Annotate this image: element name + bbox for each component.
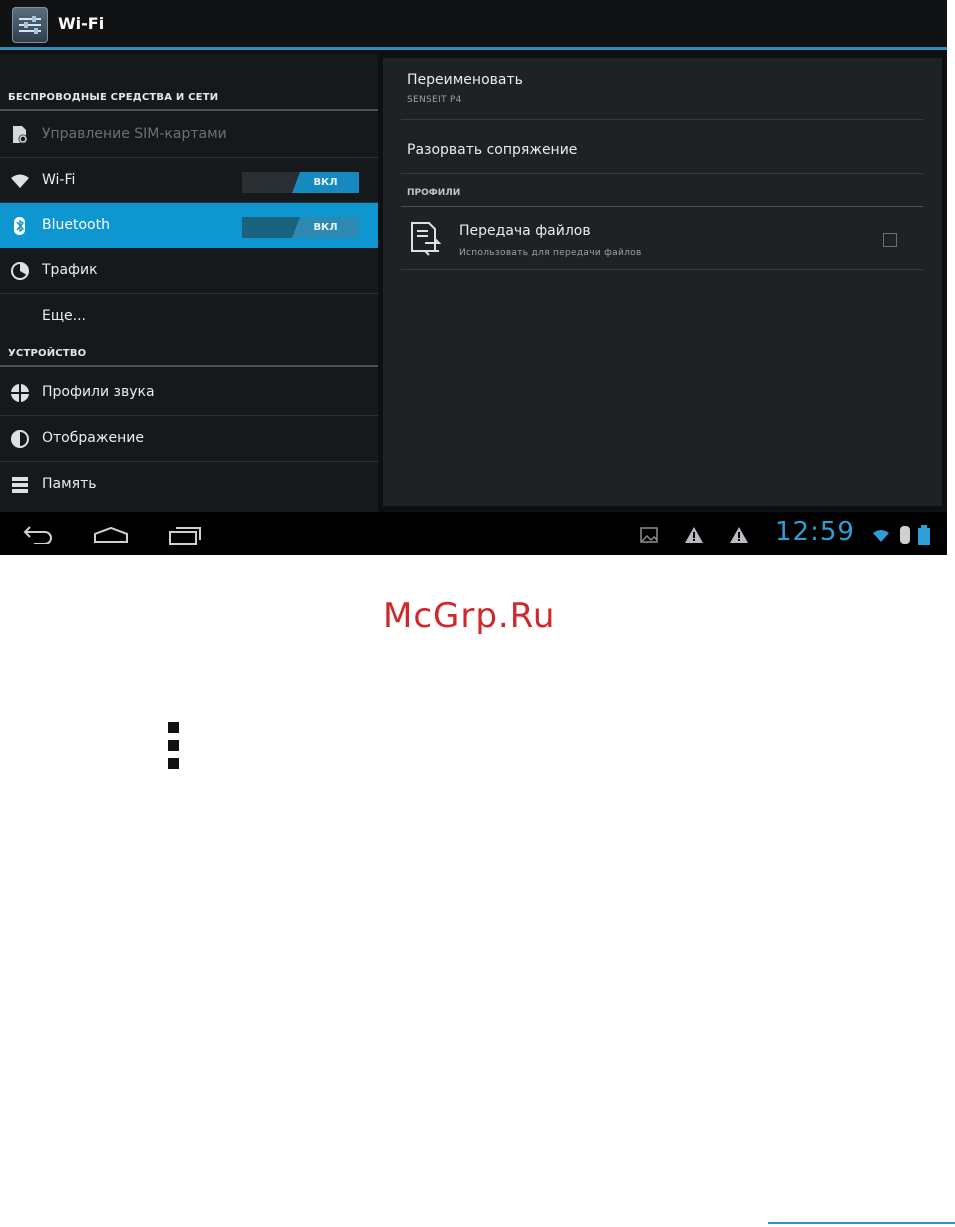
system-nav-bar: 12:59 (0, 512, 947, 555)
gallery-notification-icon[interactable] (640, 527, 658, 547)
warning-icon[interactable] (729, 526, 749, 548)
sidebar-item-more[interactable]: Еще... (0, 294, 378, 339)
display-icon (10, 429, 30, 449)
sidebar-item-sim[interactable]: Управление SIM-картами (0, 112, 378, 157)
page-title: Wi-Fi (58, 14, 105, 33)
sidebar-item-bluetooth[interactable]: Bluetooth ВКЛ (0, 203, 378, 248)
sidebar-item-label: Bluetooth (42, 217, 110, 233)
divider (401, 119, 923, 120)
section-divider (0, 109, 378, 111)
wifi-toggle[interactable]: ВКЛ (242, 172, 359, 193)
profiles-header: ПРОФИЛИ (407, 188, 461, 198)
sidebar-item-label: Отображение (42, 430, 144, 446)
sidebar-item-display[interactable]: Отображение (0, 416, 378, 461)
battery-icon (918, 525, 930, 549)
sidebar-item-label: Трафик (42, 262, 98, 278)
menu-overflow-icon (168, 758, 179, 769)
sidebar-item-label: Еще... (42, 308, 86, 324)
sidebar-item-label: Память (42, 476, 97, 492)
toggle-on-label: ВКЛ (292, 172, 359, 193)
sidebar-item-traffic[interactable]: Трафик (0, 248, 378, 293)
sidebar-item-label: Wi-Fi (42, 172, 76, 188)
home-icon[interactable] (93, 526, 129, 548)
footer-line (768, 1222, 955, 1224)
file-transfer-checkbox[interactable] (883, 233, 897, 247)
settings-sliders-icon[interactable] (12, 7, 48, 43)
sidebar-item-label: Профили звука (42, 384, 155, 400)
back-icon[interactable] (22, 524, 54, 548)
settings-list: БЕСПРОВОДНЫЕ СРЕДСТВА И СЕТИ Управление … (0, 54, 378, 512)
toggle-track (242, 172, 302, 193)
sidebar-item-sound[interactable]: Профили звука (0, 370, 378, 415)
menu-overflow-icon (168, 740, 179, 751)
watermark-brand: McGrp.Ru (383, 596, 556, 636)
file-transfer-title: Передача файлов (459, 223, 591, 239)
action-bar: Wi-Fi (0, 0, 947, 50)
bluetooth-status-icon (900, 526, 910, 548)
recent-apps-icon[interactable] (168, 524, 204, 550)
sidebar-item-label: Управление SIM-картами (42, 126, 227, 142)
bluetooth-icon (10, 216, 30, 236)
bluetooth-toggle[interactable]: ВКЛ (242, 217, 359, 238)
menu-overflow-icon (168, 722, 179, 733)
file-transfer-description: Использовать для передачи файлов (459, 248, 642, 258)
rename-title: Переименовать (407, 72, 523, 88)
section-header-wireless: БЕСПРОВОДНЫЕ СРЕДСТВА И СЕТИ (8, 92, 219, 103)
section-divider (401, 206, 923, 207)
bluetooth-device-panel: Переименовать SENSEIT P4 Разорвать сопря… (383, 58, 942, 506)
unpair-button[interactable]: Разорвать сопряжение (407, 142, 577, 158)
storage-icon (10, 475, 30, 495)
wifi-status-icon (873, 528, 889, 547)
divider (401, 269, 923, 270)
wifi-icon (10, 171, 30, 191)
sound-icon (10, 383, 30, 403)
data-usage-icon (10, 261, 30, 281)
sidebar-item-wifi[interactable]: Wi-Fi ВКЛ (0, 158, 378, 203)
toggle-track (242, 217, 302, 238)
file-transfer-icon (409, 221, 442, 261)
section-divider (0, 365, 378, 367)
device-name: SENSEIT P4 (407, 95, 462, 105)
warning-icon[interactable] (684, 526, 704, 548)
sim-card-icon (10, 125, 30, 145)
divider (401, 173, 923, 174)
tablet-screen: Wi-Fi БЕСПРОВОДНЫЕ СРЕДСТВА И СЕТИ Управ… (0, 0, 947, 555)
status-clock[interactable]: 12:59 (775, 517, 855, 547)
sidebar-item-storage[interactable]: Память (0, 462, 378, 507)
toggle-on-label: ВКЛ (292, 217, 359, 238)
section-header-device: УСТРОЙСТВО (8, 348, 87, 359)
